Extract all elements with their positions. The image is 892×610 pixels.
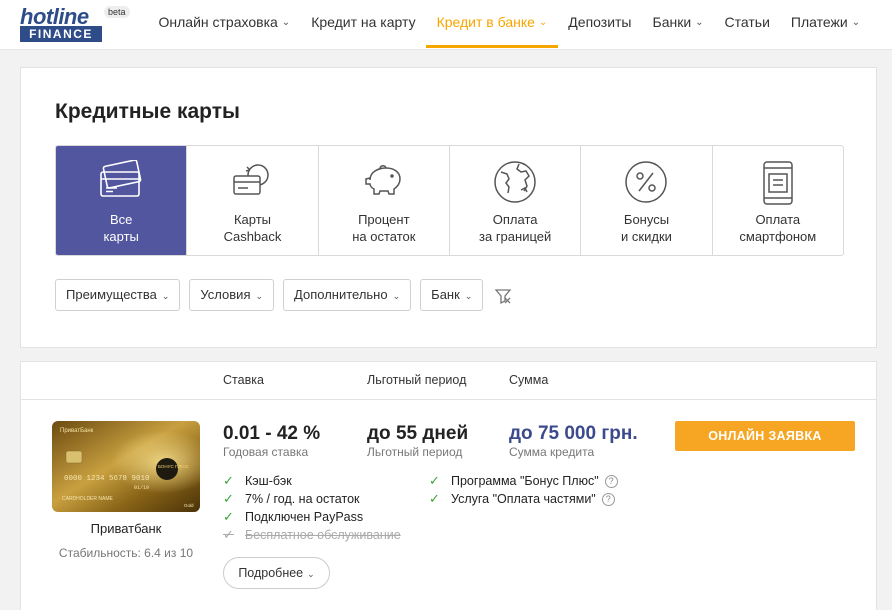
stability-rating: Стабильность: 6.4 из 10 — [58, 546, 194, 560]
reset-filter-icon[interactable] — [494, 287, 512, 305]
tile-interest-on-balance[interactable]: Процент на остаток — [319, 146, 450, 255]
check-icon: ✓ — [223, 509, 234, 524]
filter-bar: Преимущества ⌄ Условия ⌄ Дополнительно ⌄ Ба… — [55, 279, 512, 311]
credit-sum-caption: Сумма кредита — [509, 445, 595, 459]
svg-text:ПриватБанк: ПриватБанк — [60, 428, 94, 434]
more-label: Подробнее — [238, 566, 304, 580]
svg-text:Gold: Gold — [184, 503, 194, 508]
page-title: Кредитные карты — [55, 100, 240, 123]
column-header-rate: Ставка — [223, 373, 264, 387]
tile-label: Оплата смартфоном — [739, 212, 817, 244]
nav-item-insurance[interactable]: Онлайн страховка ⌄ — [148, 0, 301, 48]
check-icon: ✓ — [223, 473, 234, 488]
piggy-bank-icon — [365, 165, 401, 195]
feature-item: ✓ Подключен PayPass — [223, 509, 364, 524]
card-image[interactable]: ПриватБанк БОНУС ПЛЮС 0000 1234 5678 901… — [52, 421, 200, 512]
nav-item-articles[interactable]: Статьи — [714, 0, 780, 48]
nav-label: Банки — [652, 14, 692, 30]
smartphone-icon — [763, 161, 793, 205]
tile-label: Карты Cashback — [223, 212, 282, 244]
svg-text:CARDHOLDER NAME: CARDHOLDER NAME — [62, 496, 114, 502]
help-icon[interactable]: ? — [604, 474, 618, 488]
tile-cashback[interactable]: Карты Cashback — [187, 146, 319, 255]
top-header: hotline beta FINANCE Онлайн страховка ⌄ К… — [0, 0, 892, 50]
chevron-down-icon: ⌄ — [255, 291, 264, 301]
main-nav: Онлайн страховка ⌄ Кредит на карту Кредит… — [148, 0, 871, 48]
more-details-button[interactable]: Подробнее ⌄ — [223, 557, 330, 589]
nav-label: Статьи — [724, 14, 770, 30]
grace-period-caption: Льготный период — [367, 445, 463, 459]
check-icon: ✓ — [429, 491, 440, 506]
tile-pay-by-smartphone[interactable]: Оплата смартфоном — [713, 146, 843, 255]
percent-icon — [625, 161, 668, 203]
filter-advantages[interactable]: Преимущества ⌄ — [55, 279, 181, 311]
category-tiles: Все карты Карты Cashback Процент на остаток — [55, 145, 844, 256]
feature-item: ✓ Кэш-бэк — [223, 473, 292, 488]
nav-item-payments[interactable]: Платежи ⌄ — [780, 0, 870, 48]
nav-item-deposits[interactable]: Депозиты — [558, 0, 642, 48]
svg-text:БОНУС ПЛЮС: БОНУС ПЛЮС — [158, 464, 190, 469]
filter-conditions[interactable]: Условия ⌄ — [189, 279, 275, 311]
nav-item-bank-credit[interactable]: Кредит в банке ⌄ — [426, 0, 558, 48]
nav-label: Депозиты — [568, 14, 632, 30]
chevron-down-icon: ⌄ — [161, 291, 170, 301]
check-icon: ✓ — [223, 491, 234, 506]
chevron-down-icon: ⌄ — [695, 17, 704, 28]
hotline-finance-logo[interactable]: hotline beta FINANCE — [20, 4, 132, 44]
beta-badge: beta — [104, 6, 130, 18]
tile-label: Оплата за границей — [479, 212, 552, 244]
filter-additional[interactable]: Дополнительно ⌄ — [283, 279, 412, 311]
rate-value: 0.01 - 42 % — [223, 423, 321, 444]
feature-item: ✓ Программа "Бонус Плюс"? — [429, 473, 618, 489]
bank-name[interactable]: Приватбанк — [52, 521, 200, 536]
feature-item-disabled: ✓ Бесплатное обслуживание — [223, 527, 401, 542]
column-header-grace-period: Льготный период — [367, 373, 467, 387]
svg-text:01/19: 01/19 — [134, 485, 149, 491]
chevron-down-icon: ⌄ — [307, 569, 315, 579]
credit-sum-value: до 75 000 грн. — [509, 423, 638, 444]
feature-item: ✓ 7% / год. на остаток — [223, 491, 360, 506]
help-icon[interactable]: ? — [601, 492, 615, 506]
online-application-button[interactable]: ОНЛАЙН ЗАЯВКА — [675, 421, 855, 451]
nav-label: Кредит на карту — [311, 14, 416, 30]
tile-label: Процент на остаток — [352, 212, 416, 244]
tile-all-cards[interactable]: Все карты — [56, 146, 188, 255]
filter-label: Преимущества — [66, 287, 157, 302]
tile-bonuses-discounts[interactable]: Бонусы и скидки — [581, 146, 713, 255]
filter-bank[interactable]: Банк ⌄ — [420, 279, 484, 311]
check-icon: ✓ — [429, 473, 440, 488]
nav-label: Кредит в банке — [436, 14, 535, 30]
credit-cards-panel: Кредитные карты Всекарты КартыCashback — [20, 67, 877, 348]
offers-list: Ставка Льготный период Сумма ПриватБанк — [20, 361, 877, 610]
nav-label: Платежи — [790, 14, 848, 30]
cashback-icon — [233, 164, 270, 195]
chevron-down-icon: ⌄ — [392, 291, 401, 301]
filter-label: Условия — [200, 287, 251, 302]
nav-label: Онлайн страховка — [158, 14, 278, 30]
check-icon: ✓ — [223, 527, 234, 542]
tile-pay-abroad[interactable]: Оплата за границей — [450, 146, 582, 255]
chevron-down-icon: ⌄ — [851, 17, 861, 28]
chevron-down-icon: ⌄ — [538, 17, 548, 28]
cards-icon — [100, 160, 142, 197]
tile-label: Все карты — [103, 212, 139, 244]
nav-item-credit-to-card[interactable]: Кредит на карту — [301, 0, 426, 48]
tile-label: Бонусы и скидки — [621, 212, 672, 244]
divider — [21, 399, 876, 400]
chevron-down-icon: ⌄ — [464, 291, 473, 301]
nav-item-banks[interactable]: Банки ⌄ — [642, 0, 714, 48]
grace-period-value: до 55 дней — [367, 423, 469, 444]
globe-icon — [494, 161, 536, 203]
chevron-down-icon: ⌄ — [281, 17, 291, 28]
svg-text:0000 1234 5678 9010: 0000 1234 5678 9010 — [64, 475, 150, 483]
column-header-sum: Сумма — [509, 373, 549, 387]
logo-finance-text: FINANCE — [20, 26, 102, 42]
feature-item: ✓ Услуга "Оплата частями"? — [429, 491, 615, 507]
filter-label: Банк — [431, 287, 460, 302]
rate-caption: Годовая ставка — [223, 445, 309, 459]
filter-label: Дополнительно — [294, 287, 388, 302]
